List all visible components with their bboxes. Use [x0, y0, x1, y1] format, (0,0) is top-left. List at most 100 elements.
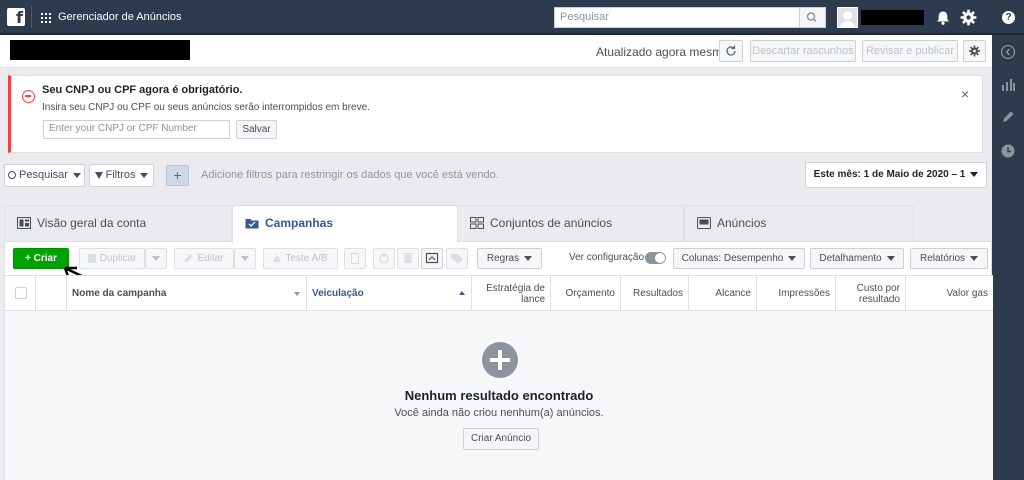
column-reach[interactable]: Alcance: [689, 276, 757, 311]
pencil-icon: [184, 254, 194, 263]
grid-icon: [470, 217, 484, 229]
trash-icon: [403, 253, 413, 263]
save-button[interactable]: Salvar: [236, 120, 277, 139]
column-results[interactable]: Resultados: [621, 276, 689, 311]
close-icon[interactable]: ×: [961, 86, 969, 102]
app-title[interactable]: Gerenciador de Anúncios: [58, 11, 182, 23]
pencil-icon[interactable]: [1000, 109, 1016, 125]
avatar[interactable]: [837, 7, 858, 28]
column-cost-per-result[interactable]: Custo por resultado: [836, 276, 906, 311]
columns-dropdown-label: Colunas: Desempenho: [681, 253, 784, 264]
view-config-label: Ver configuração: [569, 252, 645, 263]
tab-label: Visão geral da conta: [37, 216, 147, 230]
date-range-picker[interactable]: Este mês: 1 de Maio de 2020 – 1: [805, 162, 987, 188]
tab-ad-sets[interactable]: Conjuntos de anúncios: [457, 205, 684, 242]
top-bar: f Gerenciador de Anúncios Pesquisar ?: [0, 0, 1024, 35]
search-dropdown-label: Pesquisar: [19, 169, 68, 181]
column-label: Impressões: [778, 288, 830, 299]
chevron-left-icon[interactable]: [1000, 44, 1016, 60]
chevron-down-icon: [241, 255, 249, 261]
clipboard-button[interactable]: [344, 248, 366, 269]
filter-input[interactable]: Adicione filtros para restringir os dado…: [201, 169, 499, 181]
tag-button[interactable]: [446, 248, 468, 269]
filters-dropdown[interactable]: Filtros: [89, 164, 154, 187]
alert-message: Insira seu CNPJ ou CPF ou seus anúncios …: [42, 102, 370, 113]
empty-state: Nenhum resultado encontrado Você ainda n…: [5, 311, 993, 480]
app-grid-icon[interactable]: [41, 13, 51, 23]
refresh-icon: [726, 45, 736, 56]
chevron-down-icon: [970, 171, 979, 177]
column-campaign-name[interactable]: Nome da campanha: [67, 276, 307, 311]
clipboard-icon: [351, 252, 359, 264]
cnpj-cpf-field[interactable]: Enter your CNPJ or CPF Number: [43, 120, 230, 139]
edit-dropdown[interactable]: [234, 248, 256, 269]
breakdown-dropdown[interactable]: Detalhamento: [810, 248, 904, 269]
search-button[interactable]: [800, 7, 826, 28]
discard-drafts-button[interactable]: Descartar rascunhos: [750, 40, 856, 62]
chevron-down-icon: [72, 172, 81, 178]
ab-test-button[interactable]: Teste A/B: [263, 248, 338, 269]
tab-campaigns[interactable]: Campanhas: [232, 205, 458, 243]
chevron-down-icon: [524, 255, 533, 261]
search-dropdown[interactable]: Pesquisar: [4, 164, 85, 187]
edit-button[interactable]: Editar: [174, 248, 234, 269]
column-delivery[interactable]: Veiculação: [307, 276, 472, 311]
clock-icon[interactable]: [1000, 143, 1016, 159]
sort-icon: [294, 292, 300, 296]
settings-button[interactable]: [963, 40, 986, 62]
bar-chart-icon[interactable]: [1000, 77, 1016, 93]
redacted-account-name: [10, 40, 190, 60]
reports-dropdown[interactable]: Relatórios: [910, 248, 988, 269]
column-label: Nome da campanha: [72, 288, 167, 299]
tab-label: Campanhas: [265, 216, 334, 230]
power-button[interactable]: [373, 248, 395, 269]
column-impressions[interactable]: Impressões: [757, 276, 836, 311]
rules-dropdown-label: Regras: [486, 253, 520, 264]
search-input[interactable]: Pesquisar: [554, 7, 800, 28]
preview-icon: [425, 252, 439, 264]
tab-account-overview[interactable]: Visão geral da conta: [4, 205, 232, 242]
preview-button[interactable]: [421, 248, 443, 269]
tab-ads[interactable]: Anúncios: [684, 205, 914, 242]
help-icon[interactable]: ?: [1002, 11, 1015, 24]
date-range-label: Este mês: 1 de Maio de 2020 – 1: [813, 169, 966, 180]
update-status: Atualizado agora mesmo: [596, 45, 729, 59]
column-label: Estratégia de lance: [486, 282, 545, 305]
view-config-toggle[interactable]: [645, 252, 666, 264]
copy-icon: [87, 253, 96, 263]
empty-state-subtitle: Você ainda não criou nenhum(a) anúncios.: [394, 407, 604, 419]
gear-icon[interactable]: [960, 9, 977, 26]
refresh-button[interactable]: [719, 40, 743, 62]
column-budget[interactable]: Orçamento: [551, 276, 621, 311]
filters-dropdown-label: Filtros: [105, 169, 136, 181]
review-publish-button[interactable]: Revisar e publicar: [862, 40, 958, 62]
column-amount-spent[interactable]: Valor gas: [906, 276, 993, 311]
duplicate-dropdown[interactable]: [145, 248, 167, 269]
sort-ascending-icon: [459, 291, 465, 295]
search-icon: [806, 12, 817, 23]
select-all-column: [5, 276, 36, 311]
funnel-icon: [94, 171, 103, 179]
table-header: Nome da campanha Veiculação Estratégia d…: [5, 275, 993, 311]
ad-preview-icon: [697, 217, 711, 229]
column-label: Veiculação: [312, 288, 364, 299]
edit-button-label: Editar: [197, 253, 224, 264]
column-label: Resultados: [632, 288, 683, 299]
toggle-column: [36, 276, 67, 311]
level-tabs: Visão geral da conta Campanhas Conjuntos…: [0, 205, 992, 243]
column-label: Valor gas: [946, 288, 988, 299]
select-all-checkbox[interactable]: [15, 287, 27, 299]
bell-icon[interactable]: [935, 10, 951, 26]
chevron-down-icon: [140, 172, 149, 178]
create-ad-button[interactable]: Criar Anúncio: [463, 428, 539, 450]
facebook-logo-icon[interactable]: f: [7, 8, 25, 26]
column-label: Custo por resultado: [856, 282, 900, 305]
search-icon: [8, 171, 17, 180]
duplicate-button[interactable]: Duplicar: [79, 248, 145, 269]
add-filter-button[interactable]: +: [166, 165, 189, 186]
columns-dropdown[interactable]: Colunas: Desempenho: [673, 248, 805, 269]
column-bid-strategy[interactable]: Estratégia de lance: [472, 276, 551, 311]
delete-button[interactable]: [397, 248, 419, 269]
divider: [31, 6, 32, 28]
rules-dropdown[interactable]: Regras: [477, 248, 542, 269]
